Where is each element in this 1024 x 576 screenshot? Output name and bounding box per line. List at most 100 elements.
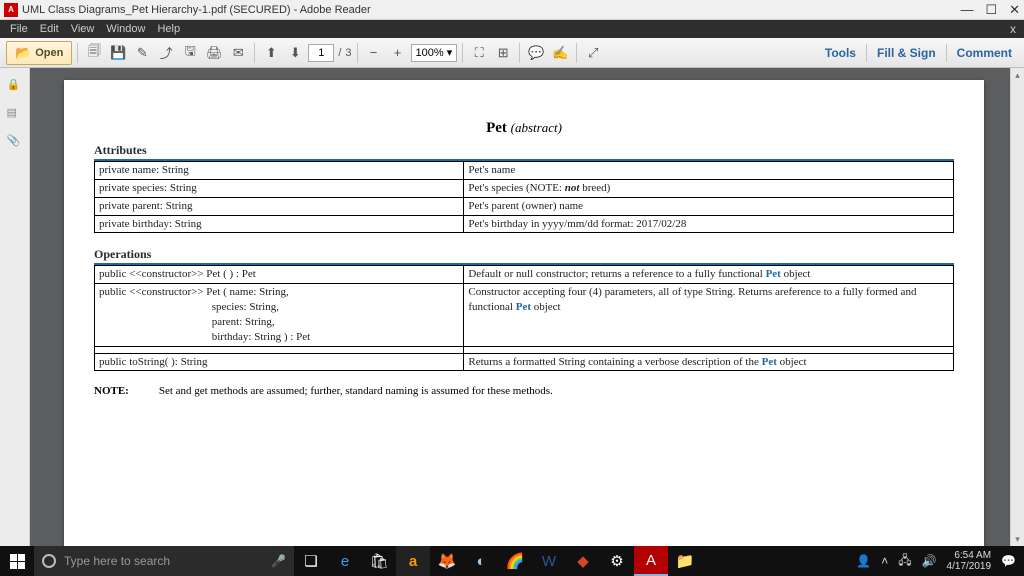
toolbar-separator: [254, 43, 255, 63]
network-icon[interactable]: 🖧: [898, 551, 911, 572]
task-view-icon[interactable]: ❏: [294, 546, 328, 576]
minimize-button[interactable]: —: [960, 2, 973, 17]
edit-icon[interactable]: ✎: [131, 42, 153, 64]
taskbar-search[interactable]: Type here to search 🎤: [34, 546, 294, 576]
attachments-icon[interactable]: 📎: [7, 134, 23, 150]
chrome-icon[interactable]: 🌈: [498, 546, 532, 576]
class-name: Pet: [486, 120, 507, 136]
toolbar-separator: [866, 44, 867, 62]
email-icon[interactable]: ✉: [227, 42, 249, 64]
app-icon: A: [4, 3, 18, 17]
toolbar-right: Tools Fill & Sign Comment: [819, 44, 1018, 62]
fit-width-icon[interactable]: ⊞: [492, 42, 514, 64]
operations-heading: Operations: [94, 247, 954, 265]
menu-window[interactable]: Window: [100, 23, 151, 35]
adobe-reader-icon[interactable]: A: [634, 546, 668, 576]
create-pdf-icon[interactable]: 🗐: [83, 42, 105, 64]
note-label: NOTE:: [94, 385, 129, 397]
toolbar-separator: [946, 44, 947, 62]
table-row: public <<constructor>> Pet ( name: Strin…: [95, 284, 954, 346]
mic-icon[interactable]: 🎤: [271, 554, 286, 568]
table-row: private parent: StringPet's parent (owne…: [95, 197, 954, 215]
print-icon[interactable]: 🖨: [203, 42, 225, 64]
window-controls: — ☐ ✕: [960, 2, 1020, 18]
menu-bar: File Edit View Window Help x: [0, 20, 1024, 38]
document-viewport[interactable]: Pet (abstract) Attributes private name: …: [30, 68, 1010, 546]
menu-file[interactable]: File: [4, 23, 34, 35]
main-area: 🔒 ▤ 📎 Pet (abstract) Attributes private …: [0, 68, 1024, 546]
page-number-input[interactable]: [308, 44, 334, 62]
note-row: NOTE: Set and get methods are assumed; f…: [94, 385, 954, 397]
volume-icon[interactable]: 🔊: [922, 554, 937, 568]
lock-icon[interactable]: 🔒: [7, 78, 23, 94]
menu-help[interactable]: Help: [151, 23, 186, 35]
system-tray: 👤 ˄ 🖧 🔊 6:54 AM 4/17/2019 💬: [848, 550, 1024, 572]
app-icon[interactable]: ◆: [566, 546, 600, 576]
page-up-icon[interactable]: ⬆: [260, 42, 282, 64]
toolbar-separator: [462, 43, 463, 63]
navigation-pane: 🔒 ▤ 📎: [0, 68, 30, 546]
date-text: 4/17/2019: [947, 561, 992, 572]
zoom-in-icon[interactable]: +: [387, 42, 409, 64]
toolbar-separator: [519, 43, 520, 63]
save-icon[interactable]: 💾: [107, 42, 129, 64]
open-button[interactable]: 📂 Open: [6, 41, 72, 65]
fit-page-icon[interactable]: ⛶: [468, 42, 490, 64]
settings-icon[interactable]: ⚙: [600, 546, 634, 576]
toolbar-separator: [576, 43, 577, 63]
zoom-select[interactable]: 100% ▾: [411, 44, 458, 62]
menu-view[interactable]: View: [65, 23, 101, 35]
toolbar-separator: [357, 43, 358, 63]
folder-icon: 📂: [15, 45, 31, 61]
menubar-close-icon[interactable]: x: [1004, 22, 1020, 36]
task-icons: ❏ e 🛍 a 🦊 ◐ 🌈 W ◆ ⚙ A 📁: [294, 546, 702, 576]
clock[interactable]: 6:54 AM 4/17/2019: [947, 550, 992, 572]
notifications-icon[interactable]: 💬: [1001, 554, 1016, 568]
class-title: Pet (abstract): [94, 120, 954, 137]
table-row: public <<constructor>> Pet ( ) : Pet Def…: [95, 266, 954, 284]
word-icon[interactable]: W: [532, 546, 566, 576]
menu-edit[interactable]: Edit: [34, 23, 65, 35]
firefox-icon[interactable]: 🦊: [430, 546, 464, 576]
operations-table: public <<constructor>> Pet ( ) : Pet Def…: [94, 265, 954, 371]
tools-link[interactable]: Tools: [819, 46, 862, 60]
zoom-out-icon[interactable]: −: [363, 42, 385, 64]
store-icon[interactable]: 🛍: [362, 546, 396, 576]
comment-link[interactable]: Comment: [951, 46, 1018, 60]
amazon-icon[interactable]: a: [396, 546, 430, 576]
save-as-icon[interactable]: 🖫: [179, 42, 201, 64]
thumbnails-icon[interactable]: ▤: [7, 106, 23, 122]
page-down-icon[interactable]: ⬇: [284, 42, 306, 64]
vertical-scrollbar[interactable]: ▴ ▾: [1010, 68, 1024, 546]
maximize-button[interactable]: ☐: [985, 2, 997, 18]
tray-overflow-icon[interactable]: ˄: [881, 554, 888, 568]
scroll-up-icon[interactable]: ▴: [1011, 68, 1024, 82]
close-button[interactable]: ✕: [1009, 2, 1020, 18]
note-text: Set and get methods are assumed; further…: [159, 385, 553, 397]
read-mode-icon[interactable]: ⤢: [582, 42, 604, 64]
edge-icon[interactable]: e: [328, 546, 362, 576]
table-row: private birthday: StringPet's birthday i…: [95, 215, 954, 233]
class-qualifier: (abstract): [511, 120, 562, 135]
start-button[interactable]: [0, 546, 34, 576]
search-icon: [42, 554, 56, 568]
steam-icon[interactable]: ◐: [464, 546, 498, 576]
attributes-heading: Attributes: [94, 143, 954, 161]
file-explorer-icon[interactable]: 📁: [668, 546, 702, 576]
search-placeholder: Type here to search: [64, 554, 170, 568]
open-label: Open: [35, 47, 63, 59]
people-icon[interactable]: 👤: [856, 554, 871, 568]
time-text: 6:54 AM: [947, 550, 992, 561]
attributes-table: private name: StringPet's name private s…: [94, 161, 954, 233]
table-spacer: [95, 346, 954, 353]
page-total: 3: [345, 47, 351, 59]
fill-sign-link[interactable]: Fill & Sign: [871, 46, 942, 60]
scroll-down-icon[interactable]: ▾: [1011, 532, 1024, 546]
windows-logo-icon: [10, 554, 25, 569]
windows-taskbar: Type here to search 🎤 ❏ e 🛍 a 🦊 ◐ 🌈 W ◆ …: [0, 546, 1024, 576]
table-row: private name: StringPet's name: [95, 162, 954, 180]
window-titlebar: A UML Class Diagrams_Pet Hierarchy-1.pdf…: [0, 0, 1024, 20]
export-icon[interactable]: ⤴: [155, 42, 177, 64]
sign-icon[interactable]: ✍: [549, 42, 571, 64]
comment-cloud-icon[interactable]: 💬: [525, 42, 547, 64]
